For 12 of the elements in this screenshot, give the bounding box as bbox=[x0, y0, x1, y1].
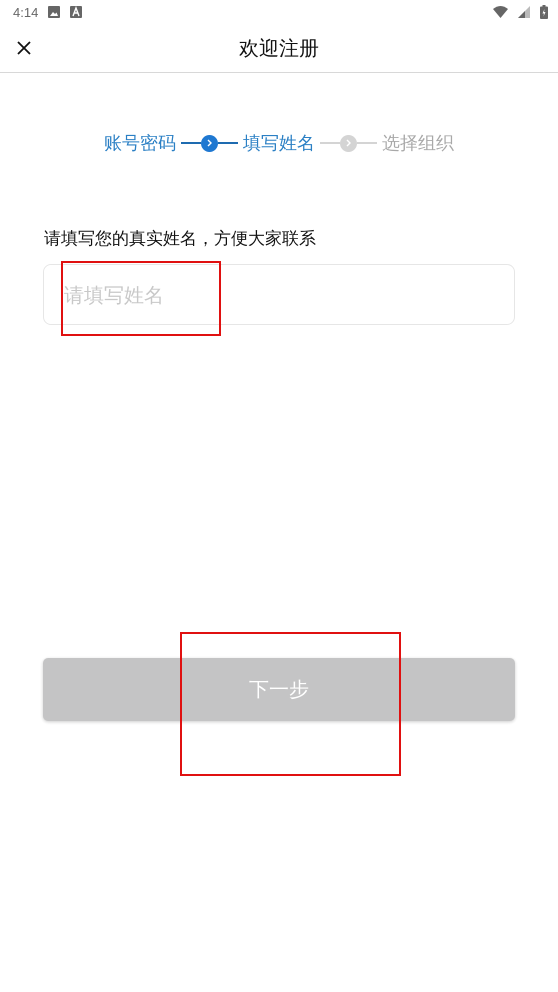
wifi-icon bbox=[493, 6, 508, 18]
page-title: 欢迎注册 bbox=[239, 34, 319, 62]
battery-icon bbox=[540, 5, 548, 19]
image-icon bbox=[48, 6, 60, 18]
step-label: 填写姓名 bbox=[243, 132, 315, 155]
step-label: 账号密码 bbox=[104, 132, 176, 155]
app-icon bbox=[70, 6, 82, 18]
signal-icon bbox=[518, 6, 530, 18]
close-icon bbox=[17, 41, 31, 55]
status-time: 4:14 bbox=[13, 4, 38, 20]
name-prompt: 请填写您的真实姓名，方便大家联系 bbox=[44, 228, 317, 250]
step-label: 选择组织 bbox=[382, 132, 454, 155]
